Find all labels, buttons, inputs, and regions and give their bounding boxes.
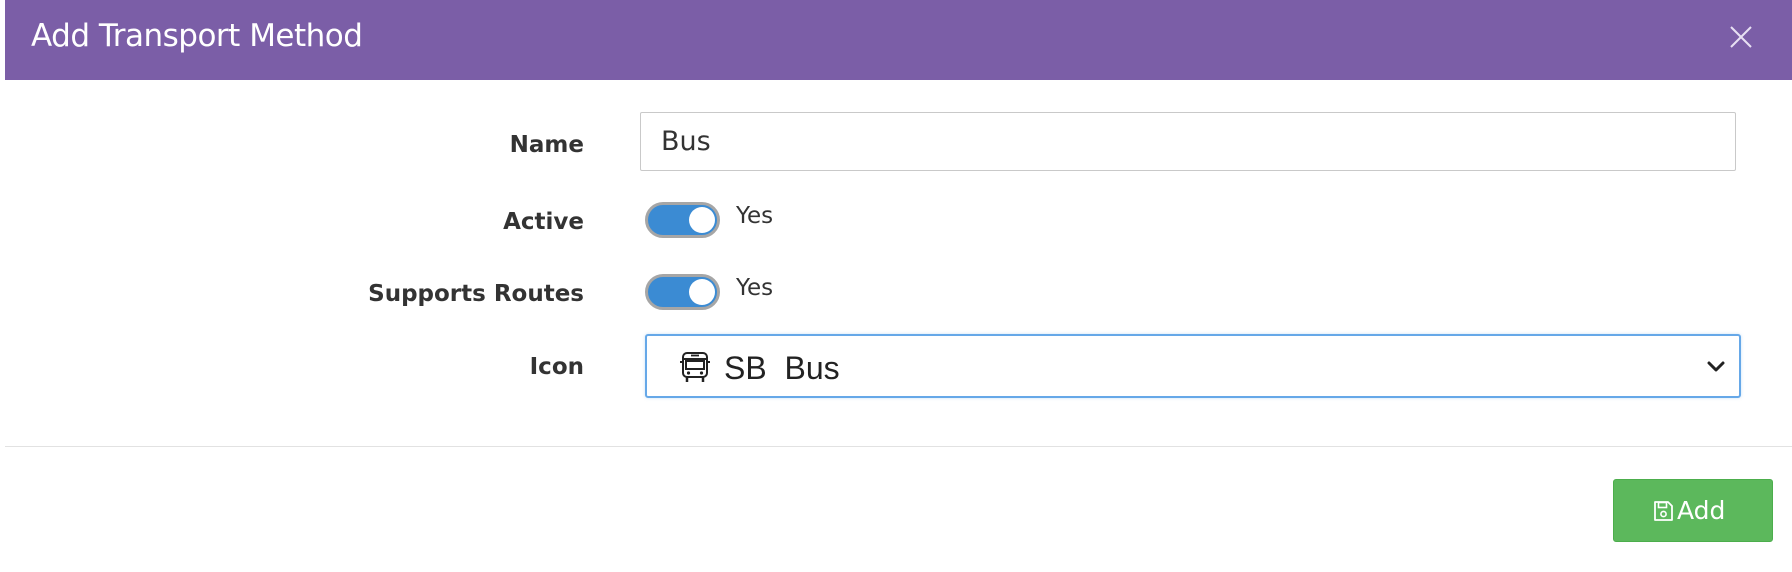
bus-icon xyxy=(680,352,710,382)
supports-routes-state-text: Yes xyxy=(736,275,774,301)
chevron-down-icon xyxy=(1707,361,1725,372)
supports-routes-label: Supports Routes xyxy=(368,281,584,307)
add-transport-method-modal: Add Transport Method Name Active Yes Sup… xyxy=(5,0,1792,572)
active-state-text: Yes xyxy=(736,203,774,229)
supports-routes-toggle[interactable] xyxy=(645,274,720,310)
footer-divider xyxy=(5,446,1792,447)
modal-header: Add Transport Method xyxy=(5,0,1792,80)
modal-title: Add Transport Method xyxy=(31,18,363,54)
close-button[interactable] xyxy=(1725,21,1757,53)
toggle-knob xyxy=(689,207,715,233)
active-label: Active xyxy=(503,209,584,235)
add-button[interactable]: Add xyxy=(1613,479,1773,542)
name-label: Name xyxy=(509,132,584,158)
icon-select-value: SB Bus xyxy=(724,350,840,386)
active-toggle[interactable] xyxy=(645,202,720,238)
toggle-knob xyxy=(689,279,715,305)
icon-select[interactable]: SB Bus xyxy=(645,334,1741,398)
save-icon xyxy=(1654,501,1673,521)
icon-label: Icon xyxy=(529,354,584,380)
add-button-label: Add xyxy=(1677,496,1726,525)
close-icon xyxy=(1730,26,1752,48)
name-input[interactable] xyxy=(640,112,1736,171)
